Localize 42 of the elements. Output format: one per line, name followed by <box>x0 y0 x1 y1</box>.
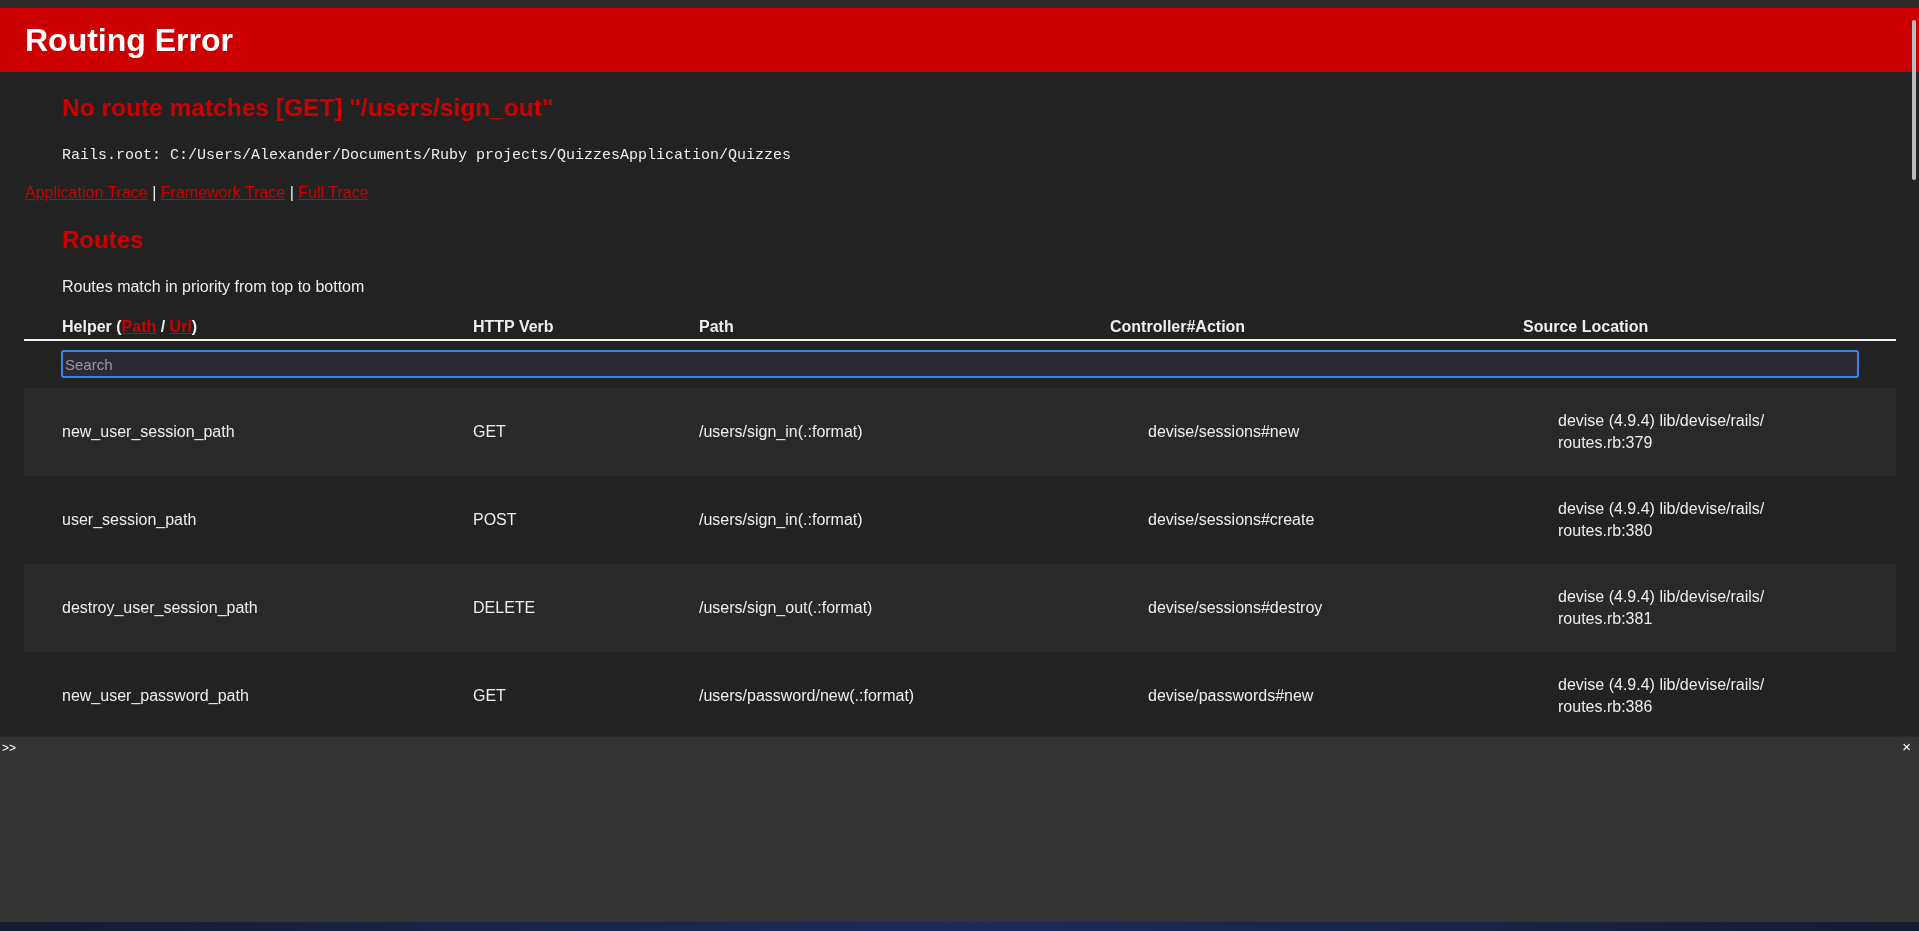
path-cell-text: /users/sign_out(.:format) <box>699 599 874 617</box>
trace-link[interactable]: Full Trace <box>298 184 369 201</box>
error-message: No route matches [GET] "/users/sign_out" <box>62 94 555 122</box>
column-header: ) <box>191 318 198 335</box>
column-header: HTTP Verb <box>473 318 554 335</box>
trace-link[interactable]: Application Trace <box>25 184 148 201</box>
column-header: Path <box>699 318 734 335</box>
path-cell-text: /users/sign_in(.:format) <box>699 423 864 441</box>
helper-cell-text: destroy_user_session_path <box>62 599 259 617</box>
section-description: Routes match in priority from top to bottom <box>62 278 366 296</box>
verb-cell-text: DELETE <box>473 599 537 617</box>
source-cell-text: devise (4.9.4) lib/devise/rails/ routes.rb:381 <box>1558 587 1766 629</box>
page-title: Routing Error <box>25 21 234 60</box>
column-header: Source Location <box>1523 318 1649 335</box>
helper-cell-text: new_user_session_path <box>62 423 236 441</box>
path-cell-text: /users/sign_in(.:format) <box>699 511 864 529</box>
action-cell-text: devise/sessions#destroy <box>1148 599 1324 617</box>
console-prompt: >> <box>2 741 16 755</box>
column-header: / <box>159 318 167 335</box>
source-cell-text: devise (4.9.4) lib/devise/rails/ routes.rb:386 <box>1558 675 1766 717</box>
action-cell-text: devise/sessions#new <box>1148 423 1301 441</box>
source-cell-text: devise (4.9.4) lib/devise/rails/ routes.rb:379 <box>1558 411 1766 453</box>
path-cell-text: /users/password/new(.:format) <box>699 687 916 705</box>
link-separator: | <box>289 184 294 201</box>
rails-root-path: Rails.root: C:/Users/Alexander/Documents/Ruby projects/QuizzesApplication/Quizzes <box>62 147 793 164</box>
column-link[interactable]: Url <box>169 318 192 335</box>
close-button[interactable]: × <box>1902 739 1911 755</box>
verb-cell-text: GET <box>473 687 507 705</box>
column-header: Controller#Action <box>1110 318 1246 335</box>
helper-cell-text: user_session_path <box>62 511 198 529</box>
action-cell-text: devise/sessions#create <box>1148 511 1316 529</box>
trace-link[interactable]: Framework Trace <box>160 184 286 201</box>
verb-cell-text: GET <box>473 423 507 441</box>
helper-cell-text: new_user_password_path <box>62 687 250 705</box>
verb-cell-text: POST <box>473 511 518 529</box>
column-header: Helper ( <box>62 318 122 335</box>
section-heading: Routes <box>62 226 145 254</box>
scrollbar-thumb[interactable] <box>1912 20 1916 180</box>
search-field[interactable]: Search <box>61 350 1859 378</box>
link-separator: | <box>152 184 157 201</box>
action-cell-text: devise/passwords#new <box>1148 687 1315 705</box>
source-cell-text: devise (4.9.4) lib/devise/rails/ routes.rb:380 <box>1558 499 1766 541</box>
